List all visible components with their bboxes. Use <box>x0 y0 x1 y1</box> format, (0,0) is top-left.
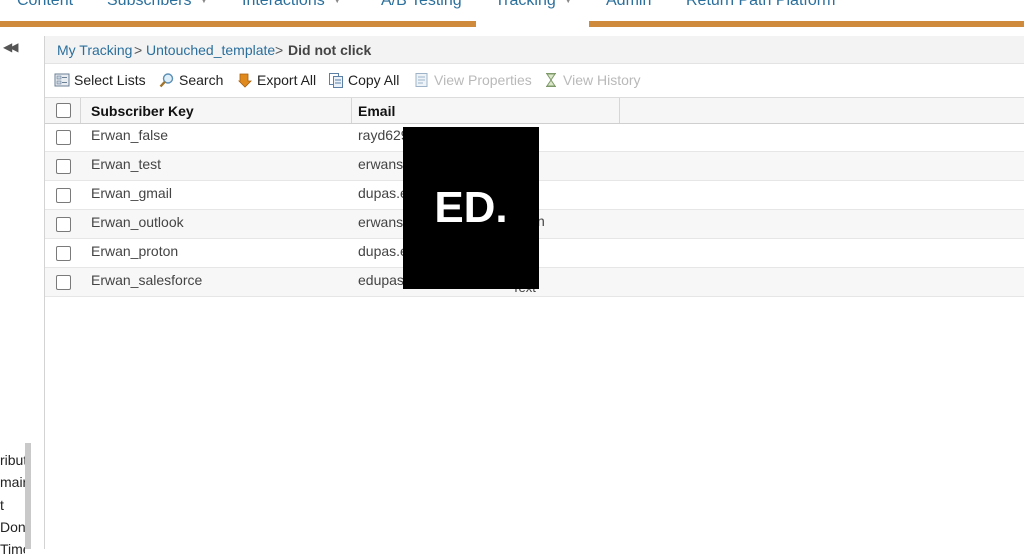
email-cell: dupas.e <box>358 185 408 201</box>
tab-tracking[interactable]: Tracking ▼ <box>495 0 573 10</box>
hourglass-icon <box>546 73 556 87</box>
email-cell: edupas <box>358 272 404 288</box>
subscriber-key-cell: Erwan_outlook <box>91 214 184 230</box>
row-checkbox[interactable] <box>56 159 71 174</box>
chevron-down-icon: ▼ <box>563 0 573 5</box>
copy-all-label: Copy All <box>348 72 400 88</box>
side-item-partial[interactable]: ribut <box>0 452 25 468</box>
tab-interactions-label: Interactions <box>242 0 325 9</box>
column-header-email[interactable]: Email <box>358 103 395 119</box>
breadcrumb-separator: > <box>275 42 284 58</box>
breadcrumb-separator: > <box>134 42 143 58</box>
table-header: Subscriber Key Email <box>45 97 1024 124</box>
tab-admin[interactable]: Admin <box>606 0 651 10</box>
tab-tracking-label: Tracking <box>495 0 556 9</box>
view-properties-button[interactable]: View Properties <box>414 72 532 90</box>
breadcrumb-current: Did not click <box>288 42 372 58</box>
tab-subscribers[interactable]: Subscribers ▼ <box>107 0 208 10</box>
side-item-partial[interactable]: t <box>0 497 25 513</box>
subscriber-key-cell: Erwan_false <box>91 127 169 143</box>
tab-return-path-platform[interactable]: Return Path Platform <box>686 0 835 10</box>
subscriber-key-cell: Erwan_test <box>91 156 162 172</box>
tab-interactions[interactable]: Interactions ▼ <box>242 0 342 10</box>
search-icon <box>159 73 174 88</box>
view-history-label: View History <box>563 72 641 88</box>
view-properties-label: View Properties <box>434 72 532 88</box>
subscriber-key-cell: Erwan_gmail <box>91 185 172 201</box>
subscriber-key-cell: Erwan_proton <box>91 243 179 259</box>
row-checkbox[interactable] <box>56 188 71 203</box>
chevron-down-icon: ▼ <box>332 0 342 5</box>
breadcrumb-link-my-tracking[interactable]: My Tracking <box>57 42 132 58</box>
export-all-button[interactable]: Export All <box>237 72 316 90</box>
tab-tracking-active[interactable]: Tracking ▼ <box>476 0 589 27</box>
breadcrumb-link-untouched-template[interactable]: Untouched_template <box>146 42 275 58</box>
row-checkbox[interactable] <box>56 246 71 261</box>
row-checkbox[interactable] <box>56 275 71 290</box>
tab-ab-testing[interactable]: A/B Testing <box>381 0 462 10</box>
column-divider <box>80 98 81 123</box>
select-all-checkbox[interactable] <box>56 103 71 118</box>
side-item-partial[interactable]: Time <box>0 541 25 557</box>
email-cell: dupas.e <box>358 243 408 259</box>
top-navigation: Content Subscribers ▼ Interactions ▼ A/B T… <box>0 0 1024 27</box>
tab-content[interactable]: Content <box>17 0 73 10</box>
column-divider[interactable] <box>619 98 620 123</box>
ed-logo-overlay: ED. <box>403 127 539 289</box>
side-item-partial[interactable]: Don <box>0 519 25 535</box>
breadcrumb: My Tracking > Untouched_template > Did n… <box>45 36 1024 64</box>
email-cell: erwans <box>358 156 404 172</box>
tab-subscribers-label: Subscribers <box>107 0 192 9</box>
copy-all-button[interactable]: Copy All <box>328 72 399 90</box>
select-lists-label: Select Lists <box>74 72 146 88</box>
chevron-down-icon: ▼ <box>199 0 209 5</box>
select-lists-icon <box>54 73 70 87</box>
export-icon <box>238 73 252 88</box>
search-button[interactable]: Search <box>159 72 223 90</box>
export-all-label: Export All <box>257 72 317 88</box>
collapse-panel-icon[interactable]: ◀◀ <box>3 40 19 54</box>
email-cell: rayd629 <box>358 127 409 143</box>
search-label: Search <box>179 72 224 88</box>
properties-icon <box>415 73 428 87</box>
row-checkbox[interactable] <box>56 217 71 232</box>
email-cell: erwans <box>358 214 404 230</box>
side-item-partial[interactable]: mair <box>0 474 25 490</box>
view-history-button[interactable]: View History <box>543 72 641 90</box>
left-panel: ◀◀ ribut mair t Don Time <box>0 36 45 557</box>
select-lists-button[interactable]: Select Lists <box>54 72 146 90</box>
column-divider[interactable] <box>351 98 352 123</box>
toolbar: Select Lists Search Export All Copy All … <box>45 64 1024 96</box>
row-checkbox[interactable] <box>56 130 71 145</box>
column-header-subscriber-key[interactable]: Subscriber Key <box>91 103 194 119</box>
scrollbar[interactable] <box>25 443 31 549</box>
subscriber-key-cell: Erwan_salesforce <box>91 272 203 288</box>
copy-icon <box>329 73 343 88</box>
